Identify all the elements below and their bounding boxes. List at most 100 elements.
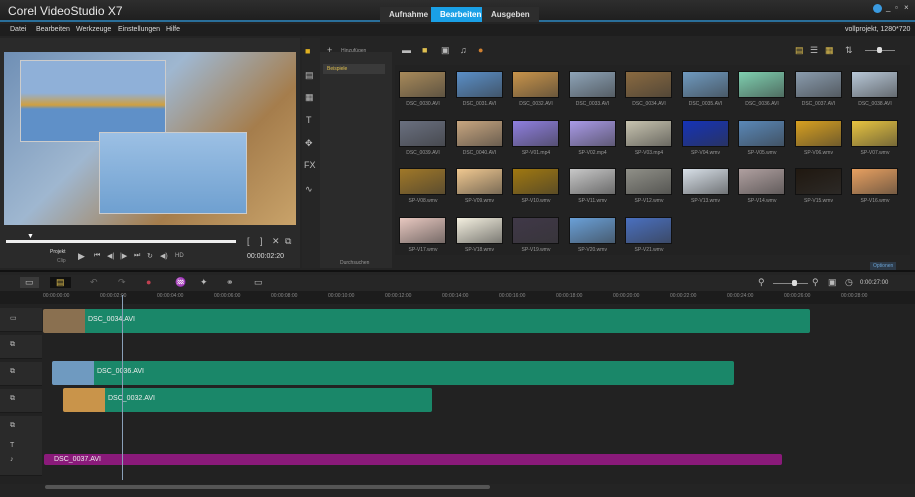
media-thumbnail[interactable] — [681, 119, 729, 147]
subtitle-editor-icon[interactable]: ⚭ — [226, 277, 234, 288]
music-track-icon[interactable]: ♪ — [10, 456, 14, 463]
media-thumbnail[interactable] — [399, 71, 446, 98]
fit-project-icon[interactable]: ▣ — [828, 277, 837, 288]
play-icon[interactable]: ▶ — [78, 251, 85, 262]
music-clip[interactable]: DSC_0037.AVI — [44, 454, 782, 465]
enlarge-icon[interactable]: ⧉ — [285, 236, 291, 247]
photo-filter-icon[interactable]: ▣ — [441, 45, 450, 56]
media-thumbnail[interactable] — [625, 119, 672, 147]
folder-icon[interactable]: ▬ — [402, 45, 411, 55]
menu-bearbeiten[interactable]: Bearbeiten — [36, 26, 70, 33]
video-track-icon[interactable]: ▭ — [10, 314, 17, 322]
path-icon[interactable]: ∿ — [305, 184, 313, 195]
zoom-out-icon[interactable]: ⚲ — [758, 277, 765, 288]
timeline-view-icon[interactable]: ▤ — [50, 277, 71, 288]
media-thumbnail[interactable] — [455, 216, 503, 244]
media-thumbnail[interactable] — [512, 168, 559, 195]
media-thumbnail[interactable] — [625, 216, 672, 244]
media-thumbnail[interactable] — [568, 119, 616, 147]
home-icon[interactable]: ⏮ — [94, 252, 100, 260]
preview-timecode[interactable]: 00:00:02:20 — [247, 253, 284, 260]
overlay-track-icon[interactable]: ⧉ — [10, 422, 15, 430]
media-thumbnail[interactable] — [794, 119, 842, 147]
transition-icon[interactable]: ▦ — [305, 92, 314, 103]
menu-hilfe[interactable]: Hilfe — [166, 26, 180, 33]
overlay-clip[interactable]: DSC_0036.AVI — [52, 361, 734, 385]
media-thumbnail[interactable] — [851, 71, 898, 98]
media-thumbnail[interactable] — [738, 119, 785, 147]
overlay-track-icon[interactable]: ⧉ — [10, 395, 15, 403]
media-thumbnail[interactable] — [568, 71, 616, 98]
media-thumbnail[interactable] — [512, 119, 559, 147]
media-thumbnail[interactable] — [399, 216, 446, 244]
media-thumbnail[interactable] — [399, 168, 446, 195]
zoom-handle[interactable] — [792, 280, 797, 286]
mark-in-icon[interactable]: [ — [247, 236, 250, 246]
prev-frame-icon[interactable]: ◀| — [107, 252, 114, 260]
tab-ausgeben[interactable]: Ausgeben — [482, 7, 539, 22]
media-thumbnail[interactable] — [625, 71, 672, 98]
media-thumbnail[interactable] — [681, 168, 729, 195]
maximize-icon[interactable]: ▫ — [895, 3, 898, 12]
timeline-scrollbar[interactable] — [45, 485, 490, 489]
media-thumbnail[interactable] — [625, 168, 672, 195]
browse-button[interactable]: Durchsuchen — [340, 260, 369, 266]
media-thumbnail[interactable] — [399, 119, 446, 147]
mark-out-icon[interactable]: ] — [260, 236, 263, 246]
media-thumbnail[interactable] — [851, 168, 898, 195]
media-thumbnail[interactable] — [455, 71, 503, 98]
media-thumbnail[interactable] — [851, 119, 898, 147]
menu-werkzeuge[interactable]: Werkzeuge — [76, 26, 111, 33]
mode-project[interactable]: Projekt — [50, 249, 66, 255]
timeline-ruler[interactable]: 00:00:00:00 00:00:02:00 00:00:04:00 00:00:0… — [0, 291, 915, 304]
repeat-icon[interactable]: ↻ — [147, 252, 153, 260]
media-thumbnail[interactable] — [455, 168, 503, 195]
menu-einstellungen[interactable]: Einstellungen — [118, 26, 160, 33]
mode-clip[interactable]: Clip — [57, 258, 66, 264]
tab-aufnahme[interactable]: Aufnahme — [380, 7, 438, 22]
media-thumbnail[interactable] — [794, 168, 842, 195]
close-icon[interactable]: × — [904, 3, 909, 12]
options-button[interactable]: Optionen — [870, 262, 897, 270]
next-frame-icon[interactable]: |▶ — [120, 252, 127, 260]
slider-handle[interactable] — [877, 47, 882, 53]
media-icon[interactable]: ■ — [305, 46, 310, 56]
grid-view-icon[interactable]: ▦ — [825, 45, 834, 56]
overlay-clip[interactable]: DSC_0032.AVI — [63, 388, 432, 412]
hd-button[interactable]: HD — [175, 253, 184, 259]
menu-datei[interactable]: Datei — [10, 26, 26, 33]
record-capture-icon[interactable]: ● — [146, 277, 151, 287]
scrub-handle[interactable]: ▼ — [27, 233, 34, 240]
overlay-track-icon[interactable]: ⧉ — [10, 368, 15, 376]
media-thumbnail[interactable] — [794, 71, 842, 98]
storyboard-view-icon[interactable]: ▭ — [20, 277, 39, 288]
motion-tracking-icon[interactable]: ✦ — [200, 277, 208, 288]
thumbnail-view-icon[interactable]: ▤ — [795, 45, 804, 56]
redo-icon[interactable]: ↷ — [118, 277, 126, 288]
zoom-slider[interactable] — [773, 283, 808, 284]
zoom-in-icon[interactable]: ⚲ — [812, 277, 819, 288]
overlay-track-icon[interactable]: ⧉ — [10, 341, 15, 349]
video-clip[interactable]: DSC_0034.AVI — [43, 309, 810, 333]
sort-icon[interactable]: ⇅ — [845, 45, 853, 56]
title-track-icon[interactable]: T — [10, 442, 14, 449]
media-thumbnail[interactable] — [738, 71, 785, 98]
media-thumbnail[interactable] — [568, 216, 616, 244]
media-thumbnail[interactable] — [512, 71, 559, 98]
media-thumbnail[interactable] — [512, 216, 559, 244]
graphic-icon[interactable]: ✥ — [305, 138, 313, 149]
web-icon[interactable]: ● — [478, 45, 483, 55]
media-thumbnail[interactable] — [681, 71, 729, 98]
undo-icon[interactable]: ↶ — [90, 277, 98, 288]
multi-trim-icon[interactable]: ▭ — [254, 277, 263, 288]
fx-icon[interactable]: FX — [304, 160, 316, 170]
end-icon[interactable]: ⏭ — [134, 252, 140, 260]
scrub-bar[interactable] — [6, 240, 236, 243]
playhead[interactable] — [122, 295, 123, 480]
instant-project-icon[interactable]: ▤ — [305, 70, 314, 81]
list-view-icon[interactable]: ☰ — [810, 45, 818, 56]
audio-mixer-icon[interactable]: ♒ — [175, 277, 186, 288]
media-thumbnail[interactable] — [455, 119, 503, 147]
volume-icon[interactable]: ◀) — [160, 252, 168, 260]
media-thumbnail[interactable] — [568, 168, 616, 195]
